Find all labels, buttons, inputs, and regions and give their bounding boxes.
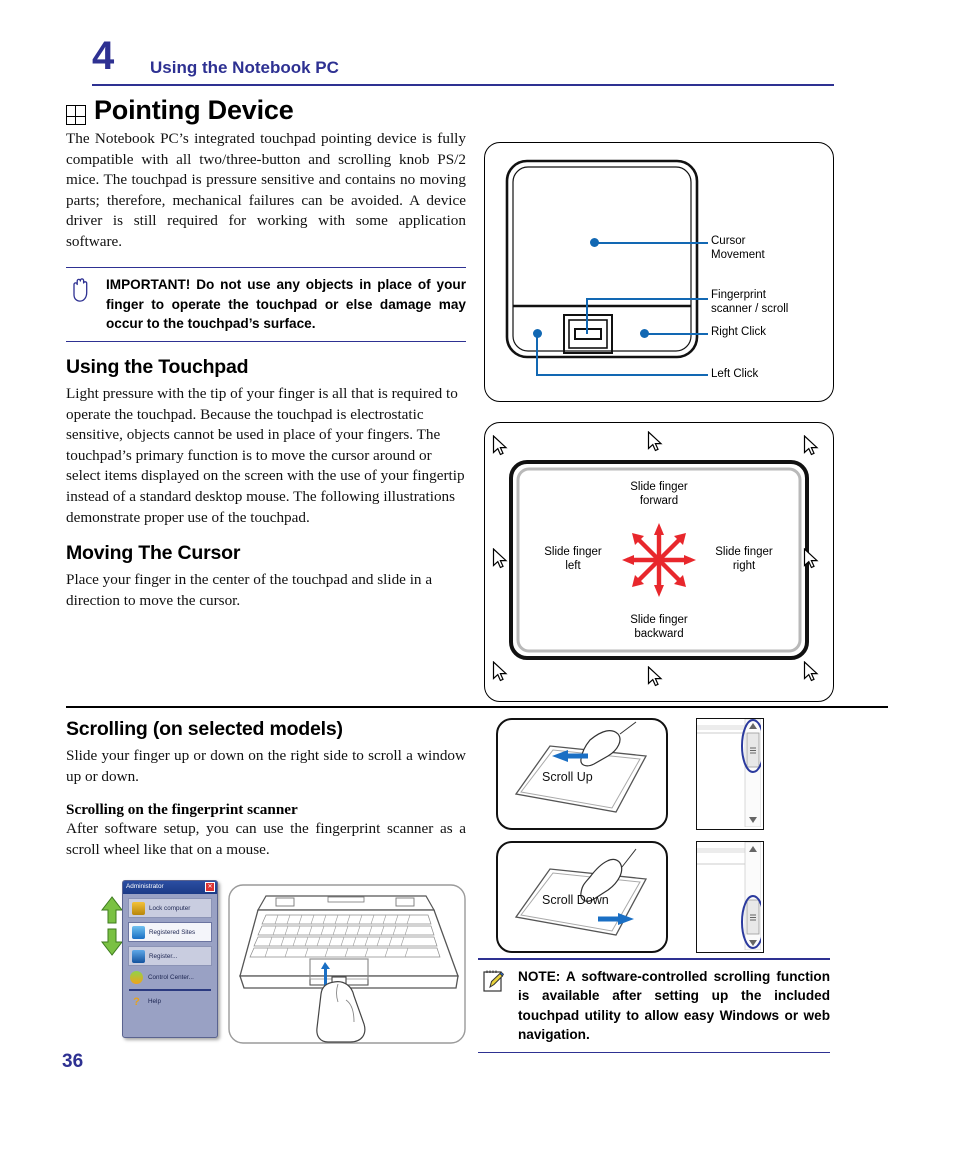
heading-using-the-touchpad: Using the Touchpad: [66, 356, 249, 379]
mouse-cursor-icon: [492, 435, 508, 456]
scroll-down-window: [696, 841, 764, 953]
left-text-column: Pointing Device The Notebook PC’s integr…: [66, 95, 466, 617]
close-icon[interactable]: ✕: [205, 882, 215, 892]
notebook-fingerprint-scroll-illustration: [228, 884, 466, 1044]
menu-title-bar: Administrator ✕: [123, 881, 217, 894]
section-divider: [66, 706, 888, 708]
mouse-cursor-icon: [803, 548, 819, 569]
mouse-cursor-icon: [803, 661, 819, 682]
important-text: IMPORTANT! Do not use any objects in pla…: [106, 277, 466, 332]
hand-stop-icon: [66, 275, 96, 334]
note-text: NOTE: A software-controlled scrolling fu…: [518, 968, 830, 1043]
window-grid-icon: [66, 105, 86, 125]
note-pad-icon: [478, 967, 508, 1045]
menu-item-label: Lock computer: [149, 904, 191, 912]
leader-line-fingerprint-vertical: [586, 298, 589, 334]
heading-moving-the-cursor: Moving The Cursor: [66, 542, 241, 565]
menu-item-label: Register...: [149, 952, 178, 960]
label-slide-finger-backward: Slide finger backward: [630, 614, 688, 640]
scroll-down-label: Scroll Down: [542, 893, 609, 907]
leader-line-right-click: [645, 332, 708, 335]
label-slide-finger-right: Slide finger right: [715, 546, 773, 572]
label-right-click: Right Click: [711, 326, 766, 338]
menu-item-label: Control Center...: [148, 974, 194, 981]
label-left-click: Left Click: [711, 368, 759, 380]
scroll-up-window: [696, 718, 764, 830]
mouse-cursor-icon: [492, 661, 508, 682]
register-icon: [132, 949, 145, 963]
leader-line-left-click-horizontal: [536, 374, 708, 377]
scroll-up-label: Scroll Up: [542, 770, 593, 784]
menu-item-label: Help: [148, 998, 161, 1005]
touchpad-component-diagram: Cursor Movement Fingerprint scanner / sc…: [484, 142, 834, 402]
mouse-cursor-icon: [647, 666, 663, 687]
paragraph-fingerprint-scrolling: After software setup, you can use the fi…: [66, 820, 466, 858]
paragraph-moving-the-cursor: Place your finger in the center of the t…: [66, 571, 433, 609]
menu-separator: [129, 989, 211, 991]
scroll-figures-group: Scroll Up Scroll Down: [496, 718, 786, 953]
control-center-icon: [130, 971, 143, 984]
question-mark-icon: ?: [133, 995, 140, 1008]
fingerprint-software-menu: Administrator ✕ Lock computer Registered…: [122, 880, 218, 1046]
lock-icon: [132, 901, 145, 915]
intro-paragraph: The Notebook PC’s integrated touchpad po…: [66, 130, 466, 250]
leader-line-left-click-vertical: [536, 333, 539, 376]
menu-item-lock-computer[interactable]: Lock computer: [128, 898, 212, 918]
leader-line-cursor-movement: [595, 241, 708, 244]
scroll-up-figure: Scroll Up: [496, 718, 668, 830]
mouse-cursor-icon: [803, 435, 819, 456]
label-fingerprint-scanner: Fingerprint scanner / scroll: [711, 289, 789, 315]
callout-bottom-rule: [66, 340, 466, 343]
label-slide-finger-left: Slide finger left: [544, 546, 602, 572]
slide-finger-direction-diagram: Slide finger forward Slide finger backwa…: [484, 422, 834, 702]
chapter-number: 4: [92, 34, 115, 78]
header-divider: [92, 84, 834, 86]
menu-item-register[interactable]: Register...: [128, 946, 212, 966]
mouse-cursor-icon: [492, 548, 508, 569]
page-title-row: Pointing Device: [66, 95, 466, 125]
paragraph-scrolling: Slide your finger up or down on the righ…: [66, 747, 466, 785]
important-callout: IMPORTANT! Do not use any objects in pla…: [66, 266, 466, 343]
label-slide-finger-forward: Slide finger forward: [630, 481, 688, 507]
menu-item-help[interactable]: ? Help: [130, 996, 212, 1008]
paragraph-using-the-touchpad: Light pressure with the tip of your fing…: [66, 385, 465, 526]
menu-item-control-center[interactable]: Control Center...: [130, 971, 212, 984]
menu-item-label: Registered Sites: [149, 928, 196, 936]
scroll-down-figure: Scroll Down: [496, 841, 668, 953]
subheading-fingerprint-scrolling: Scrolling on the fingerprint scanner: [66, 801, 298, 819]
page-header: 4 Using the Notebook PC: [0, 0, 954, 92]
heading-scrolling: Scrolling (on selected models): [66, 718, 343, 740]
sites-icon: [132, 925, 145, 939]
menu-title: Administrator: [126, 883, 164, 890]
page-number: 36: [62, 1051, 84, 1072]
menu-item-registered-sites[interactable]: Registered Sites: [128, 922, 212, 942]
right-figure-column: Cursor Movement Fingerprint scanner / sc…: [484, 142, 888, 702]
label-cursor-movement: Cursor Movement: [711, 235, 765, 261]
chapter-title: Using the Notebook PC: [150, 58, 339, 77]
scrolling-section: Scrolling (on selected models) Slide you…: [66, 718, 466, 866]
leader-line-fingerprint-horizontal: [586, 298, 708, 301]
bottom-note-callout: NOTE: A software-controlled scrolling fu…: [478, 958, 830, 1053]
page-title: Pointing Device: [94, 95, 294, 125]
note-bottom-rule: [478, 1051, 830, 1053]
mouse-cursor-icon: [647, 431, 663, 452]
